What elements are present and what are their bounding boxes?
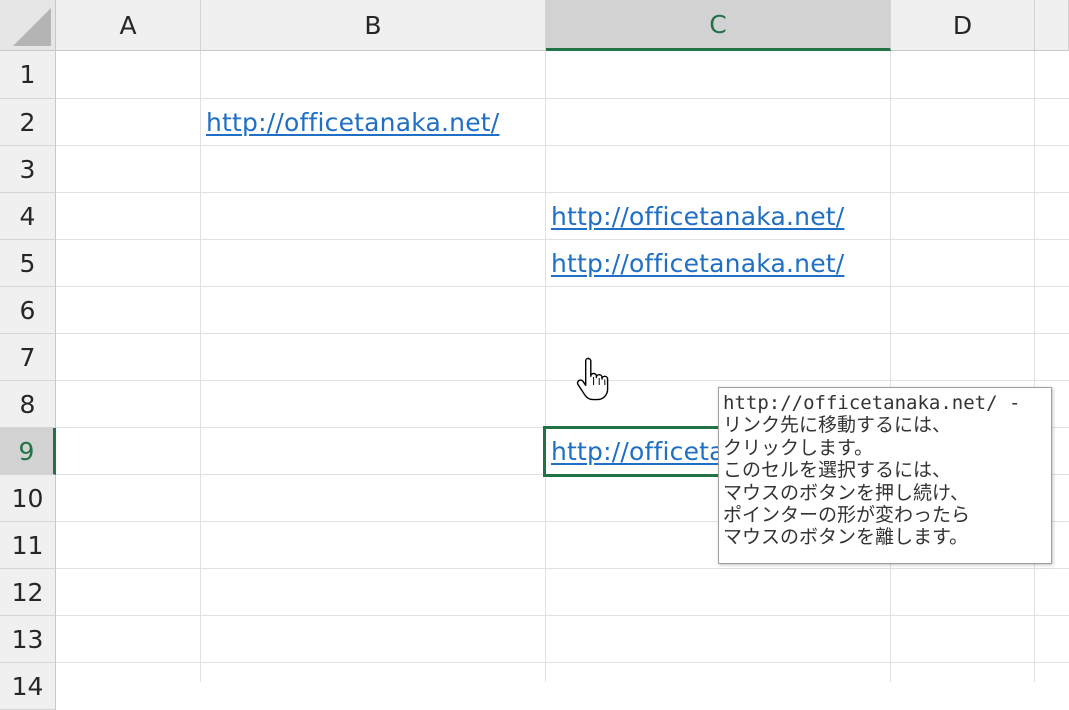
row-line: [56, 615, 1069, 616]
tooltip-line: ポインターの形が変わったら: [723, 504, 971, 527]
row-line: [56, 333, 1069, 334]
cell-c4[interactable]: http://officetanaka.net/: [545, 193, 890, 239]
row-header-12[interactable]: 12: [0, 569, 56, 616]
column-header-b[interactable]: B: [201, 0, 546, 51]
tooltip-line: クリックします。: [723, 436, 874, 459]
tooltip-line: このセルを選択するには、: [723, 459, 952, 482]
row-header-11[interactable]: 11: [0, 522, 56, 569]
column-header-e[interactable]: [1035, 0, 1069, 51]
cell-c5[interactable]: http://officetanaka.net/: [545, 240, 890, 286]
hand-pointer-icon: [576, 357, 609, 401]
row-header-10[interactable]: 10: [0, 475, 56, 522]
hyperlink[interactable]: http://officetanaka.net/: [206, 108, 499, 137]
row-line: [56, 568, 1069, 569]
row-header-7[interactable]: 7: [0, 334, 56, 381]
row-header-1[interactable]: 1: [0, 51, 56, 99]
tooltip-line: リンク先に移動するには、: [723, 414, 952, 437]
column-line: [1034, 51, 1035, 682]
row-line: [56, 145, 1069, 146]
select-all-triangle-icon: [13, 8, 51, 46]
column-header-c[interactable]: C: [546, 0, 891, 51]
row-header-8[interactable]: 8: [0, 381, 56, 428]
row-header-2[interactable]: 2: [0, 99, 56, 146]
hyperlink[interactable]: http://officetanaka.net/: [551, 202, 844, 231]
select-all-button[interactable]: [0, 0, 56, 51]
row-header-6[interactable]: 6: [0, 287, 56, 334]
column-header-a[interactable]: A: [56, 0, 201, 51]
hyperlink[interactable]: http://officetanaka.net/: [551, 249, 844, 278]
row-line: [56, 662, 1069, 663]
row-header-4[interactable]: 4: [0, 193, 56, 240]
row-header-9[interactable]: 9: [0, 428, 56, 475]
column-line: [200, 51, 201, 682]
column-line: [890, 51, 891, 682]
tooltip-line: http://officetanaka.net/ -: [723, 392, 1021, 414]
cell-b2[interactable]: http://officetanaka.net/: [200, 99, 545, 145]
tooltip-line: マウスのボタンを離します。: [723, 526, 969, 549]
hyperlink-tooltip: http://officetanaka.net/ - リンク先に移動するには、 …: [718, 387, 1052, 564]
column-line: [545, 51, 546, 682]
row-line: [56, 380, 1069, 381]
row-header-14[interactable]: 14: [0, 663, 56, 710]
row-header-13[interactable]: 13: [0, 616, 56, 663]
row-line: [56, 286, 1069, 287]
column-header-d[interactable]: D: [891, 0, 1035, 51]
tooltip-line: マウスのボタンを押し続け、: [723, 481, 970, 504]
row-header-3[interactable]: 3: [0, 146, 56, 193]
row-header-5[interactable]: 5: [0, 240, 56, 287]
